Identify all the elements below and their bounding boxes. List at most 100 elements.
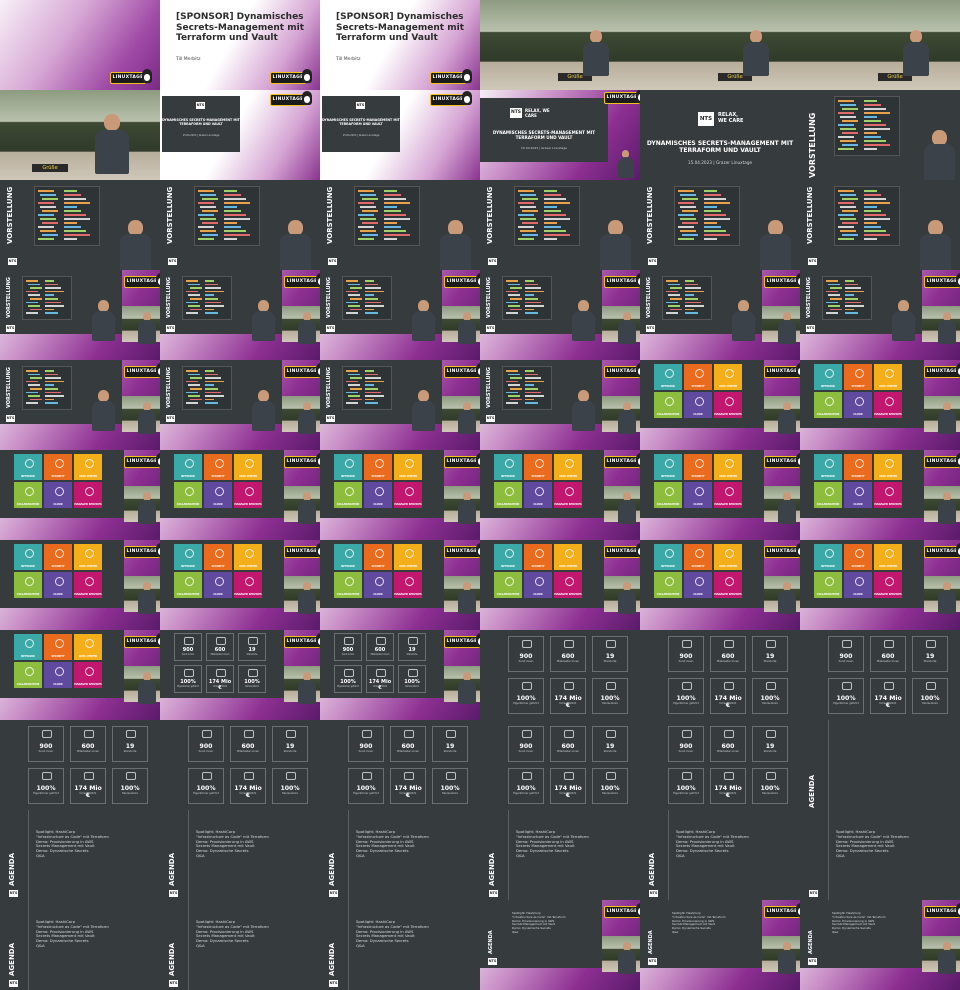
video-frame-thumbnail[interactable]: 900 Kund:innen 600 Mitarbeiter:innen 19 Stand… [320, 630, 480, 720]
video-frame-thumbnail[interactable]: 900 Kund:innen 600 Mitarbeiter:innen 19 Stand… [0, 720, 160, 810]
video-frame-thumbnail[interactable]: AGENDA NTS Spotlight: HashiCorp "Infrastruc… [480, 900, 640, 990]
code-window [342, 276, 392, 320]
speaker-body [298, 500, 317, 525]
stat-box: 100% Eigentümer geführt [28, 768, 64, 804]
video-frame-thumbnail[interactable]: VORSTELLUNG NTS LINUXTAGE [800, 270, 960, 360]
video-frame-thumbnail[interactable]: NTS RELAX, WE CARE DYNAMISCHES SECRETS-MAN… [480, 90, 640, 180]
video-frame-thumbnail[interactable]: AGENDA NTS Spotlight: HashiCorp "Infrastruc… [640, 900, 800, 990]
video-frame-thumbnail[interactable]: 900 Kund:innen 600 Mitarbeiter:innen 19 Stand… [640, 630, 800, 720]
video-frame-thumbnail[interactable]: AGENDA NTS Spotlight: HashiCorp "Infrastruc… [160, 900, 320, 990]
code-line [863, 104, 882, 106]
agenda-divider [348, 900, 349, 990]
video-frame-thumbnail[interactable]: VORSTELLUNG NTS LINUXTAGE [0, 270, 160, 360]
video-frame-thumbnail[interactable]: Grüße [640, 0, 800, 90]
code-line [188, 294, 200, 296]
code-line [44, 290, 65, 293]
stat-label: Standorte [283, 750, 297, 754]
service-tile-network: NETWORK [814, 544, 842, 570]
agenda-side-label: AGENDA [168, 942, 176, 976]
video-frame-thumbnail[interactable]: NETWORK SECURITY DATA CENTER COLLABORATION C… [320, 540, 480, 630]
video-frame-thumbnail[interactable]: VORSTELLUNG NTS LINUXTAGE [160, 360, 320, 450]
video-frame-thumbnail[interactable]: NETWORK SECURITY DATA CENTER COLLABORATION C… [0, 540, 160, 630]
video-frame-thumbnail[interactable]: Grüße [800, 0, 960, 90]
code-line [508, 305, 520, 307]
video-frame-thumbnail[interactable]: NETWORK SECURITY DATA CENTER COLLABORATION C… [0, 630, 160, 720]
video-frame-thumbnail[interactable]: 900 Kund:innen 600 Mitarbeiter:innen 19 Stand… [480, 720, 640, 810]
video-frame-thumbnail[interactable]: AGENDA NTS Spotlight: HashiCorp "Infrastruc… [480, 810, 640, 900]
nts-logo: NTS [486, 415, 495, 422]
video-frame-thumbnail[interactable]: NETWORK SECURITY DATA CENTER COLLABORATION C… [480, 450, 640, 540]
code-line [842, 108, 858, 110]
video-frame-thumbnail[interactable]: Grüße [0, 90, 160, 180]
video-frame-thumbnail[interactable]: VORSTELLUNG NTS LINUXTAGE [640, 270, 800, 360]
video-frame-thumbnail[interactable]: NETWORK SECURITY DATA CENTER COLLABORATION C… [640, 360, 800, 450]
camera-pip [924, 396, 960, 435]
video-frame-thumbnail[interactable]: VORSTELLUNG NTS LINUXTAGE [160, 270, 320, 360]
video-frame-thumbnail[interactable]: VORSTELLUNG NTS [640, 180, 800, 270]
code-line [198, 202, 214, 204]
service-label: COLLABORATION [176, 503, 200, 506]
video-frame-thumbnail[interactable]: NTS RELAX, WE CARE DYNAMISCHES SECRETS-MAN… [640, 90, 800, 180]
video-frame-thumbnail[interactable]: NETWORK SECURITY DATA CENTER COLLABORATION C… [800, 450, 960, 540]
video-frame-thumbnail[interactable]: Grüße [480, 0, 640, 90]
video-frame-thumbnail[interactable]: VORSTELLUNG NTS [320, 180, 480, 270]
service-label: SECURITY [691, 385, 705, 388]
video-frame-thumbnail[interactable]: [SPONSOR] Dynamisches Secrets-Management… [160, 0, 320, 90]
speaker-body [458, 320, 477, 345]
video-frame-thumbnail[interactable]: 900 Kund:innen 600 Mitarbeiter:innen 19 Stand… [480, 630, 640, 720]
video-frame-thumbnail[interactable]: NETWORK SECURITY DATA CENTER COLLABORATION C… [320, 450, 480, 540]
video-frame-thumbnail[interactable]: AGENDA NTS Spotlight: HashiCorp "Infrastruc… [0, 900, 160, 990]
video-frame-thumbnail[interactable]: VORSTELLUNG NTS [160, 180, 320, 270]
video-frame-thumbnail[interactable]: AGENDA NTS Spotlight: HashiCorp "Infrastruc… [800, 900, 960, 990]
video-frame-thumbnail[interactable]: VORSTELLUNG NTS [480, 180, 640, 270]
code-line [63, 202, 91, 204]
video-frame-thumbnail[interactable]: 900 Kund:innen 600 Mitarbeiter:innen 19 Stand… [320, 720, 480, 810]
video-frame-thumbnail[interactable]: AGENDA NTS Spotlight: HashiCorp "Infrastruc… [160, 810, 320, 900]
video-frame-thumbnail[interactable]: VORSTELLUNG NTS LINUXTAGE [320, 360, 480, 450]
video-frame-thumbnail[interactable]: VORSTELLUNG NTS [0, 180, 160, 270]
code-line [223, 234, 251, 236]
video-frame-thumbnail[interactable]: VORSTELLUNG NTS LINUXTAGE [0, 360, 160, 450]
location-pin-icon [766, 640, 776, 648]
speaker-head [898, 300, 910, 312]
speaker-head [578, 390, 590, 402]
location-pin-icon [446, 730, 456, 738]
video-frame-thumbnail[interactable]: AGENDA [800, 720, 960, 810]
video-frame-thumbnail[interactable]: NETWORK SECURITY DATA CENTER COLLABORATION C… [800, 360, 960, 450]
intro-slide-thumb: VORSTELLUNG NTS [640, 270, 762, 342]
service-icon [84, 577, 94, 587]
video-frame-thumbnail[interactable]: LINUXTAGE [0, 0, 160, 90]
video-frame-thumbnail[interactable]: AGENDA NTS Spotlight: HashiCorp "Infrastruc… [320, 900, 480, 990]
video-frame-thumbnail[interactable]: VORSTELLUNG NTS [800, 180, 960, 270]
video-frame-thumbnail[interactable]: AGENDA NTS Spotlight: HashiCorp "Infrastruc… [320, 810, 480, 900]
code-line [524, 384, 535, 386]
video-frame-thumbnail[interactable]: NTS Spotlight: HashiCorp "Infrastructure a… [800, 810, 960, 900]
video-frame-thumbnail[interactable]: NTS DYNAMISCHES SECRETS-MANAGEMENT MIT TE… [160, 90, 320, 180]
code-line [680, 230, 696, 232]
video-frame-thumbnail[interactable]: VORSTELLUNG NTS LINUXTAGE [480, 360, 640, 450]
intro-slide-thumb: VORSTELLUNG NTS [160, 360, 282, 432]
video-frame-thumbnail[interactable]: NETWORK SECURITY DATA CENTER COLLABORATION C… [160, 540, 320, 630]
video-frame-thumbnail[interactable]: 900 Kund:innen 600 Mitarbeiter:innen 19 Stand… [800, 630, 960, 720]
video-frame-thumbnail[interactable]: NETWORK SECURITY DATA CENTER COLLABORATION C… [0, 450, 160, 540]
video-frame-thumbnail[interactable]: NETWORK SECURITY DATA CENTER COLLABORATION C… [480, 540, 640, 630]
video-frame-thumbnail[interactable]: NETWORK SECURITY DATA CENTER COLLABORATION C… [640, 540, 800, 630]
video-frame-thumbnail[interactable]: NETWORK SECURITY DATA CENTER COLLABORATION C… [800, 540, 960, 630]
service-icon [244, 577, 254, 587]
video-frame-thumbnail[interactable]: NTS DYNAMISCHES SECRETS-MANAGEMENT MIT TE… [320, 90, 480, 180]
video-frame-thumbnail[interactable]: NETWORK SECURITY DATA CENTER COLLABORATION C… [640, 450, 800, 540]
video-frame-thumbnail[interactable]: 900 Kund:innen 600 Mitarbeiter:innen 19 Stand… [640, 720, 800, 810]
video-frame-thumbnail[interactable]: VORSTELLUNG NTS LINUXTAGE [480, 270, 640, 360]
video-frame-thumbnail[interactable]: [SPONSOR] Dynamisches Secrets-Management… [320, 0, 480, 90]
video-frame-thumbnail[interactable]: VORSTELLUNG [800, 90, 960, 180]
video-frame-thumbnail[interactable]: AGENDA NTS Spotlight: HashiCorp "Infrastruc… [640, 810, 800, 900]
video-frame-thumbnail[interactable]: 900 Kund:innen 600 Mitarbeiter:innen 19 Stand… [160, 720, 320, 810]
camera-pip [764, 396, 800, 435]
service-label: SECURITY [51, 655, 65, 658]
service-icon [404, 577, 414, 587]
video-frame-thumbnail[interactable]: NETWORK SECURITY DATA CENTER COLLABORATION C… [160, 450, 320, 540]
video-frame-thumbnail[interactable]: 900 Kund:innen 600 Mitarbeiter:innen 19 Stand… [160, 630, 320, 720]
stat-label: Mitarbeiter:innen [210, 652, 230, 656]
video-frame-thumbnail[interactable]: VORSTELLUNG NTS LINUXTAGE [320, 270, 480, 360]
video-frame-thumbnail[interactable]: AGENDA NTS Spotlight: HashiCorp "Infrastruc… [0, 810, 160, 900]
